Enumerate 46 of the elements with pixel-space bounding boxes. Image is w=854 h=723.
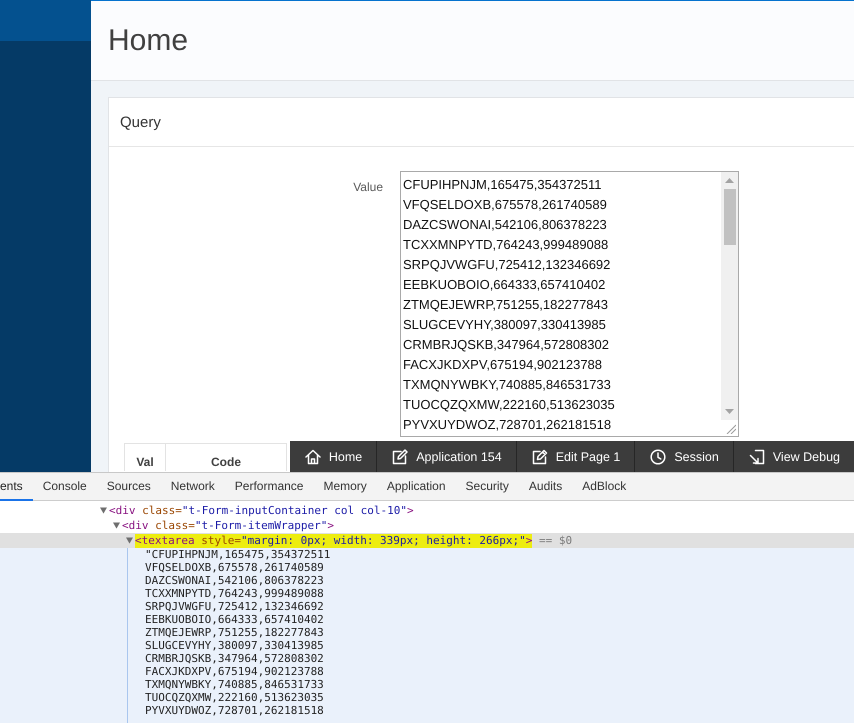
code-line: SLUGCEVYHY,380097,330413985 <box>145 639 325 652</box>
code-line: TXMQNYWBKY,740885,846531733 <box>145 678 325 691</box>
devtools-tab[interactable]: Sources <box>96 473 161 501</box>
code-line: EEBKUOBOIO,664333,657410402 <box>145 613 325 626</box>
code-line: "CFUPIHPNJM,165475,354372511 <box>145 548 332 561</box>
devtools-tab[interactable]: Audits <box>518 473 572 501</box>
field-label: Value <box>353 180 383 194</box>
clock-icon <box>650 448 666 464</box>
devtools-tab[interactable]: Security <box>456 473 519 501</box>
region-title: Query <box>120 114 161 130</box>
expanded-triangle-icon[interactable] <box>126 537 133 544</box>
code-line: TCXXMNPYTD,764243,999489088 <box>145 587 325 600</box>
home-button[interactable]: Home <box>290 441 376 472</box>
devtools-tab[interactable]: Console <box>32 473 97 501</box>
element-tag: <div class="t-Form-inputContainer col col-10"> <box>109 504 414 518</box>
code-line: FACXJKDXPV,675194,902123788 <box>145 665 325 678</box>
resize-grip-icon[interactable] <box>726 424 736 434</box>
code-line: DAZCSWONAI,542106,806378223 <box>145 574 325 587</box>
tree-row[interactable]: <textarea style="margin: 0px; width: 339px; height: 266px;"> == $0 <box>0 533 854 548</box>
devtools-tab[interactable]: Application <box>376 473 456 501</box>
devtools-tab[interactable]: Memory <box>313 473 377 501</box>
scrollbar-thumb[interactable] <box>724 189 736 245</box>
scrollbar[interactable] <box>721 172 738 420</box>
element-tag: <textarea style="margin: 0px; width: 339px; height: 266px;"> <box>135 534 532 548</box>
element-tag: <div class="t-Form-itemWrapper"> <box>122 518 334 532</box>
scroll-down-arrow-icon[interactable] <box>725 409 734 414</box>
code-line: PYVXUYDWOZ,728701,262181518 <box>145 704 325 717</box>
code-line: CRMBRJQSKB,347964,572808302 <box>145 652 325 665</box>
expanded-triangle-icon[interactable] <box>113 522 120 529</box>
code-line: TUOCQZQXMW,222160,513623035 <box>145 691 325 704</box>
code-line: VFQSELDOXB,675578,261740589 <box>145 561 325 574</box>
devtools-tab[interactable]: AdBlock <box>572 473 636 501</box>
devtools-tab[interactable]: ents <box>0 473 33 501</box>
devtools-tab[interactable]: Performance <box>224 473 314 501</box>
code-line: SRPQJVWGFU,725412,132346692 <box>145 600 325 613</box>
textarea-field[interactable]: CFUPIHPNJM,165475,354372511 VFQSELDOXB,675578,261740589 DAZCSWONAI,542106,806378223 TCXXMNPYTD,764243,999489088 SRPQJVWGFU,725412,132346692 EEBKUOBOIO,664333,657410402 ZTMQEJEWRP,751255,182277843 SLUGCEVYHY,380097,330413985 CRMBRJQSKB,347964,572808302 FACXJKDXPV,675194,902123788 TXMQNYWBKY,740885,846531733 TUOCQZQXMW,222160,513623035 PYVXUYDWOZ,728701,262181518 <box>400 171 739 437</box>
house-icon <box>304 448 321 464</box>
page-title: Home <box>108 22 188 58</box>
column-header[interactable]: Val <box>124 443 166 471</box>
scroll-up-arrow-icon[interactable] <box>725 178 734 183</box>
arrow-into-box-icon <box>748 448 765 464</box>
column-header[interactable]: Code <box>166 443 287 471</box>
code-line: ZTMQEJEWRP,751255,182277843 <box>145 626 325 639</box>
expanded-triangle-icon[interactable] <box>100 507 107 514</box>
devtools-tab[interactable]: Network <box>160 473 225 501</box>
node-reference: == $0 <box>539 534 572 547</box>
